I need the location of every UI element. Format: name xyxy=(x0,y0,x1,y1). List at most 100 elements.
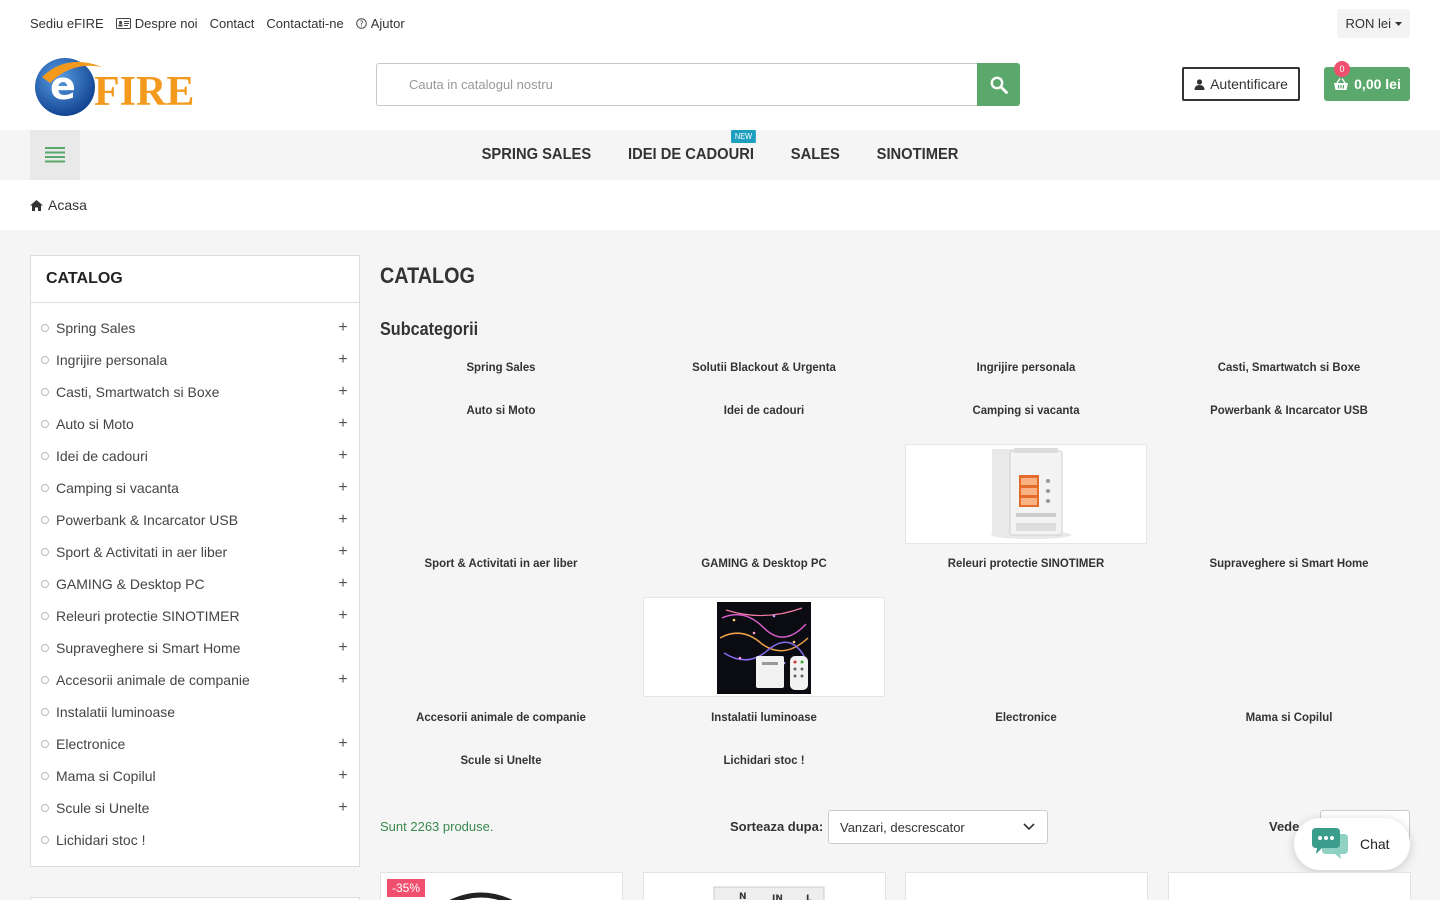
plus-icon[interactable]: + xyxy=(337,479,349,497)
subcategory-link[interactable]: Spring Sales xyxy=(386,360,616,374)
top-link-despre[interactable]: Despre noi xyxy=(115,16,198,31)
sort-value: Vanzari, descrescator xyxy=(840,819,965,835)
cart-button[interactable]: 0 0,00 lei xyxy=(1324,61,1410,101)
plus-icon[interactable]: + xyxy=(337,639,349,657)
top-link-ajutor[interactable]: ? Ajutor xyxy=(355,16,405,31)
sidebar-item[interactable]: Supraveghere si Smart Home + xyxy=(31,632,359,664)
sidebar-item[interactable]: Camping si vacanta + xyxy=(31,472,359,504)
circle-bullet-icon xyxy=(41,516,49,524)
efire-logo[interactable]: e FIRE xyxy=(32,55,210,119)
sidebar-item[interactable]: Casti, Smartwatch si Boxe + xyxy=(31,376,359,408)
subcategory-link[interactable]: Instalatii luminoase xyxy=(649,710,879,724)
top-link-label: Contact xyxy=(209,16,255,31)
plus-icon[interactable]: + xyxy=(337,415,349,433)
sidebar-item[interactable]: Lichidari stoc ! xyxy=(31,824,359,856)
sidebar-item-label: Lichidari stoc ! xyxy=(56,832,146,848)
login-button[interactable]: Autentificare xyxy=(1182,67,1300,101)
sidebar-item-label: Idei de cadouri xyxy=(56,448,148,464)
sidebar-list: Spring Sales + Ingrijire personala + Casti, … xyxy=(31,303,359,856)
top-link-sediu[interactable]: Sediu eFIRE xyxy=(30,16,104,31)
subcategory-link[interactable]: Powerbank & Incarcator USB xyxy=(1174,403,1404,417)
product-card[interactable] xyxy=(1168,872,1411,900)
circle-bullet-icon xyxy=(41,388,49,396)
subcategory-link[interactable]: Sport & Activitati in aer liber xyxy=(386,556,616,570)
plus-icon[interactable]: + xyxy=(337,543,349,561)
subcategory-link[interactable]: Releuri protectie SINOTIMER xyxy=(911,556,1141,570)
search-bar xyxy=(376,63,1020,106)
sidebar-item[interactable]: Powerbank & Incarcator USB + xyxy=(31,504,359,536)
sidebar-item[interactable]: Sport & Activitati in aer liber + xyxy=(31,536,359,568)
subcategory-link[interactable]: Mama si Copilul xyxy=(1174,710,1404,724)
product-card[interactable]: -35% xyxy=(380,872,623,900)
sidebar-item[interactable]: Accesorii animale de companie + xyxy=(31,664,359,696)
sidebar-item[interactable]: GAMING & Desktop PC + xyxy=(31,568,359,600)
sidebar-item[interactable]: Idei de cadouri + xyxy=(31,440,359,472)
sidebar-item[interactable]: Auto si Moto + xyxy=(31,408,359,440)
menu-toggle-button[interactable] xyxy=(30,130,80,180)
plus-icon[interactable]: + xyxy=(337,319,349,337)
sidebar-item[interactable]: Scule si Unelte + xyxy=(31,792,359,824)
catalog-sidebar: CATALOG Spring Sales + Ingrijire personala… xyxy=(30,255,360,867)
sidebar-item[interactable]: Instalatii luminoase xyxy=(31,696,359,728)
subcategory-link[interactable]: Lichidari stoc ! xyxy=(649,753,879,767)
circle-bullet-icon xyxy=(41,772,49,780)
subcategory-link[interactable]: Solutii Blackout & Urgenta xyxy=(649,360,879,374)
breadcrumb-home[interactable]: Acasa xyxy=(48,197,87,213)
subcategory-image-releuri[interactable] xyxy=(905,444,1147,544)
product-card[interactable] xyxy=(905,872,1148,900)
subcategory-link[interactable]: Casti, Smartwatch si Boxe xyxy=(1174,360,1404,374)
caret-down-icon xyxy=(1395,21,1402,26)
nav-item-spring-sales[interactable]: SPRING SALES xyxy=(482,146,592,164)
svg-text:L: L xyxy=(806,894,812,900)
subcategory-link[interactable]: Scule si Unelte xyxy=(386,753,616,767)
subcategory-link[interactable]: Supraveghere si Smart Home xyxy=(1174,556,1404,570)
subcategory-image-instalatii[interactable] xyxy=(643,597,885,697)
chat-label: Chat xyxy=(1360,836,1390,852)
nav-item-sinotimer[interactable]: SINOTIMER xyxy=(877,146,959,164)
plus-icon[interactable]: + xyxy=(337,575,349,593)
sidebar-item[interactable]: Electronice + xyxy=(31,728,359,760)
plus-icon[interactable]: + xyxy=(337,383,349,401)
top-link-contact[interactable]: Contact xyxy=(210,16,255,31)
circle-bullet-icon xyxy=(41,836,49,844)
help-icon: ? xyxy=(355,18,367,29)
svg-text:?: ? xyxy=(359,19,363,28)
plus-icon[interactable]: + xyxy=(337,447,349,465)
svg-text:N: N xyxy=(739,892,747,900)
subcategory-link[interactable]: GAMING & Desktop PC xyxy=(649,556,879,570)
search-input[interactable] xyxy=(376,63,977,106)
plus-icon[interactable]: + xyxy=(337,511,349,529)
currency-value: RON lei xyxy=(1345,16,1391,31)
product-count: Sunt 2263 produse. xyxy=(380,819,494,834)
nav-item-sales[interactable]: SALES xyxy=(791,146,840,164)
subcategory-link[interactable]: Electronice xyxy=(911,710,1141,724)
subcategory-link[interactable]: Auto si Moto xyxy=(386,403,616,417)
plus-icon[interactable]: + xyxy=(337,767,349,785)
sidebar-item[interactable]: Mama si Copilul + xyxy=(31,760,359,792)
sort-select[interactable]: Vanzari, descrescator xyxy=(828,810,1048,844)
view-label: Vede xyxy=(1269,819,1300,834)
plus-icon[interactable]: + xyxy=(337,735,349,753)
search-button[interactable] xyxy=(977,63,1020,106)
plus-icon[interactable]: + xyxy=(337,671,349,689)
plus-icon[interactable]: + xyxy=(337,351,349,369)
subcategory-link[interactable]: Idei de cadouri xyxy=(649,403,879,417)
top-link-contactati[interactable]: Contactati-ne xyxy=(266,16,343,31)
sidebar-item[interactable]: Releuri protectie SINOTIMER + xyxy=(31,600,359,632)
subcategory-link[interactable]: Ingrijire personala xyxy=(911,360,1141,374)
product-card[interactable]: N IN L xyxy=(643,872,886,900)
main-nav-items: SPRING SALES IDEI DE CADOURI NEW SALES S… xyxy=(58,130,1383,180)
currency-selector[interactable]: RON lei xyxy=(1337,9,1410,38)
chat-widget-button[interactable]: Chat xyxy=(1294,818,1410,870)
circle-bullet-icon xyxy=(41,356,49,364)
sidebar-item[interactable]: Ingrijire personala + xyxy=(31,344,359,376)
sort-label: Sorteaza dupa: xyxy=(730,819,824,834)
plus-icon[interactable]: + xyxy=(337,607,349,625)
plus-icon[interactable]: + xyxy=(337,799,349,817)
nav-item-idei-de-cadouri[interactable]: IDEI DE CADOURI NEW xyxy=(628,130,756,164)
subcategory-link[interactable]: Accesorii animale de companie xyxy=(386,710,616,724)
sidebar-item-label: Instalatii luminoase xyxy=(56,704,176,720)
subcategory-link[interactable]: Camping si vacanta xyxy=(911,403,1141,417)
svg-text:FIRE: FIRE xyxy=(94,69,194,115)
sidebar-item[interactable]: Spring Sales + xyxy=(31,312,359,344)
